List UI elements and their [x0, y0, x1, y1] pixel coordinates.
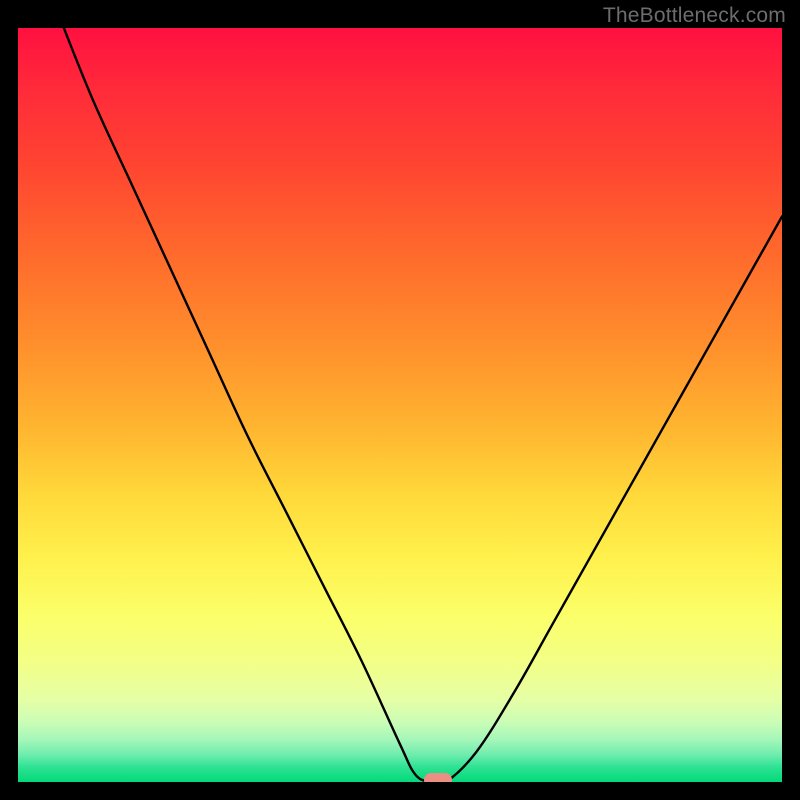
curve-layer: [18, 28, 782, 782]
optimum-marker: [424, 773, 452, 782]
watermark-text: TheBottleneck.com: [603, 4, 786, 28]
plot-area: [18, 28, 782, 782]
bottleneck-curve-path: [64, 28, 782, 782]
chart-frame: TheBottleneck.com: [0, 0, 800, 800]
